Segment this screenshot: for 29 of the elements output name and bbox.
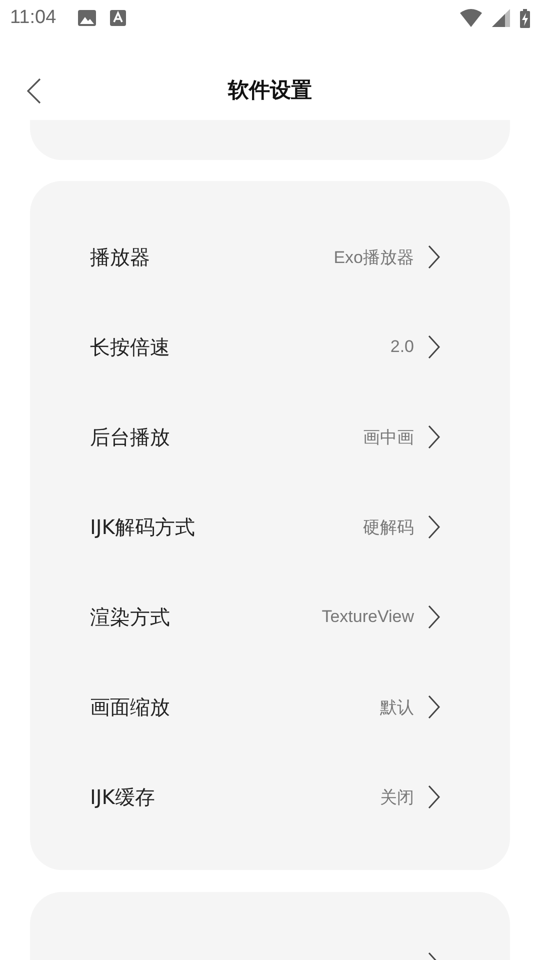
chevron-right-icon: [428, 245, 440, 269]
status-time: 11:04: [10, 7, 56, 29]
chevron-right-icon: [428, 335, 440, 359]
setting-label[interactable]: 后台播放: [90, 424, 170, 450]
chevron-right-icon: [428, 605, 440, 629]
page-title: 软件设置: [228, 77, 312, 104]
chevron-right-icon: [428, 695, 440, 719]
chevron-right-icon: [428, 515, 440, 539]
setting-value: 关闭: [380, 786, 414, 808]
image-icon: [78, 10, 96, 26]
setting-label[interactable]: IJK解码方式: [90, 514, 195, 540]
setting-label[interactable]: 画面缩放: [90, 694, 170, 720]
setting-value: Exo播放器: [334, 246, 414, 268]
setting-value: 硬解码: [363, 516, 414, 538]
setting-value: TextureView: [322, 607, 414, 627]
signal-icon: [492, 9, 510, 27]
font-icon: [110, 10, 126, 26]
setting-label[interactable]: 长按倍速: [90, 334, 170, 360]
setting-value: 画中画: [363, 426, 414, 448]
setting-label[interactable]: 渲染方式: [90, 604, 170, 630]
chevron-right-icon: [428, 425, 440, 449]
chevron-right-icon: [428, 785, 440, 809]
setting-label[interactable]: 播放器: [90, 244, 150, 270]
setting-label[interactable]: IJK缓存: [90, 784, 155, 810]
wifi-icon: [460, 9, 482, 27]
back-icon[interactable]: [27, 78, 41, 104]
battery-icon: [520, 8, 530, 28]
setting-value: 默认: [380, 696, 414, 718]
setting-value: 2.0: [390, 337, 414, 357]
